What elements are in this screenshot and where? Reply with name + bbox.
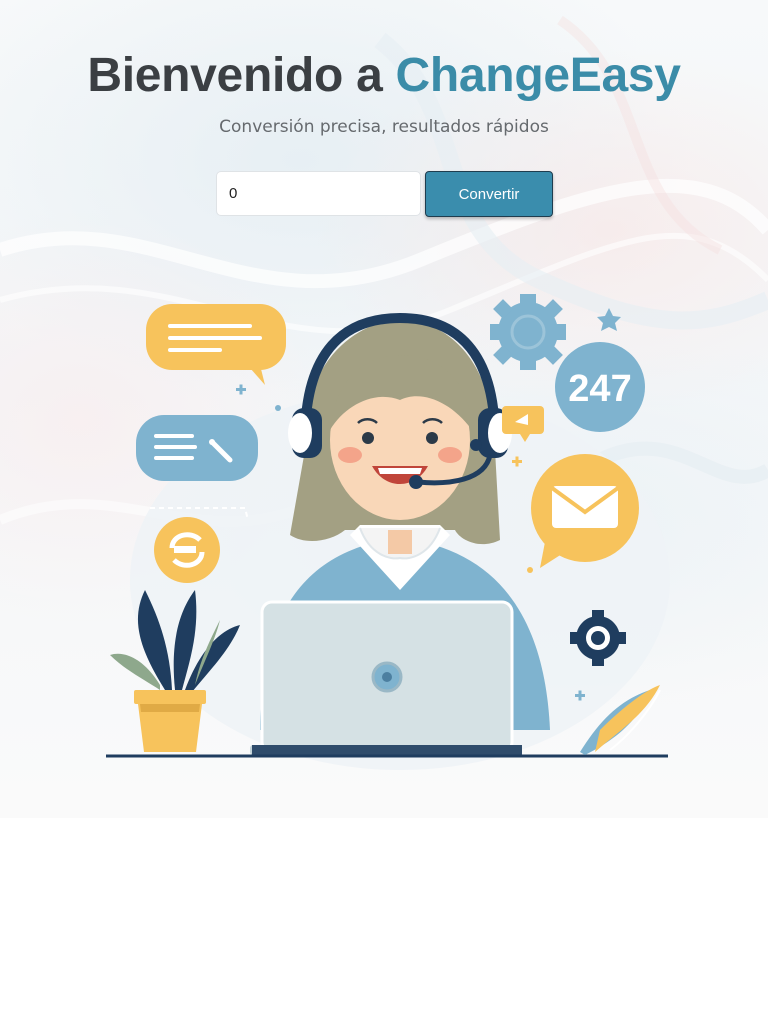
page-title: Bienvenido a ChangeEasy [0, 48, 768, 104]
laptop-icon [250, 600, 522, 755]
brand-name: ChangeEasy [395, 49, 681, 102]
message-bubble-icon [136, 415, 258, 481]
chat-bubble-icon [146, 304, 286, 385]
title-prefix: Bienvenido a [87, 49, 396, 102]
support-247-badge: 247 [555, 342, 645, 432]
star-icon [597, 308, 621, 331]
converter-form: Convertir [216, 171, 553, 217]
badge-text: 247 [568, 368, 631, 410]
gear-icon [490, 294, 566, 370]
convert-button[interactable]: Convertir [425, 171, 553, 217]
support-agent-illustration: 247 [106, 294, 670, 770]
page-subtitle: Conversión precisa, resultados rápidos [219, 117, 549, 137]
amount-input[interactable] [216, 171, 421, 216]
